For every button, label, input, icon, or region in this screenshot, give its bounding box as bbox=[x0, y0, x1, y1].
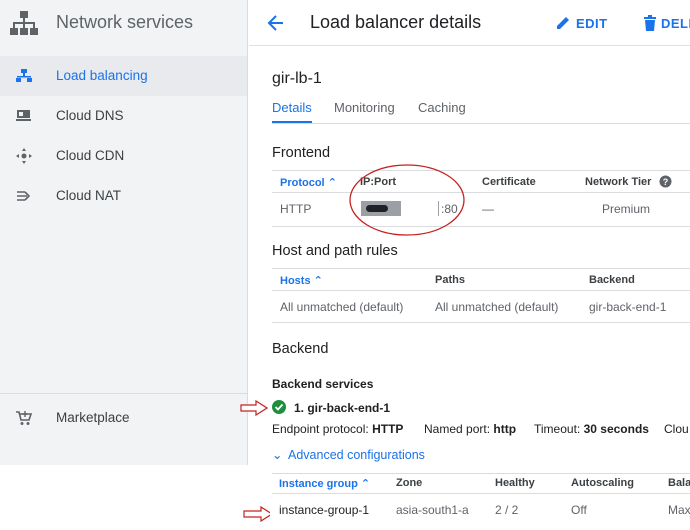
healthy-check-icon bbox=[272, 400, 286, 414]
pencil-icon bbox=[557, 17, 569, 29]
sidebar-item-marketplace[interactable]: Marketplace bbox=[0, 398, 247, 438]
trash-icon bbox=[644, 15, 656, 31]
named-port-value: http bbox=[493, 422, 517, 436]
zone-cell: asia-south1-a bbox=[396, 503, 469, 517]
back-arrow-icon[interactable] bbox=[265, 12, 287, 34]
table-bottom-border bbox=[272, 322, 690, 323]
frontend-certificate-cell: — bbox=[482, 202, 494, 216]
sort-up-icon: ⌃ bbox=[360, 478, 371, 490]
advanced-configurations-label: Advanced configurations bbox=[288, 448, 425, 462]
table-top-border bbox=[272, 170, 690, 171]
delete-button[interactable]: DELE bbox=[641, 13, 690, 33]
backend-services-heading: Backend services bbox=[272, 377, 374, 391]
cdn-icon bbox=[16, 148, 32, 164]
sort-up-icon: ⌃ bbox=[313, 275, 323, 287]
table-top-border bbox=[272, 268, 690, 269]
instance-groups-table: Instance group ⌃ Zone Healthy Autoscalin… bbox=[270, 469, 690, 530]
annotation-arrow-service bbox=[240, 400, 268, 416]
load-balancing-icon bbox=[16, 69, 32, 82]
named-port-label: Named port: bbox=[424, 422, 491, 436]
tab-details[interactable]: Details bbox=[272, 100, 312, 115]
endpoint-protocol-value: HTTP bbox=[372, 422, 404, 436]
balancing-mode-cell: Max bbox=[668, 503, 690, 517]
network-tier-column-header: Network Tier ? bbox=[585, 175, 672, 188]
tab-caching[interactable]: Caching bbox=[418, 100, 466, 115]
frontend-protocol-cell: HTTP bbox=[280, 202, 312, 216]
hosts-header-label: Hosts bbox=[280, 275, 311, 287]
chevron-down-icon: ⌄ bbox=[272, 448, 283, 462]
sidebar-item-cloud-cdn[interactable]: Cloud CDN bbox=[0, 136, 247, 176]
named-port: Named port: http bbox=[424, 422, 516, 436]
help-icon[interactable]: ? bbox=[659, 175, 672, 188]
backend-service-name[interactable]: 1. gir-back-end-1 bbox=[294, 401, 390, 415]
balancing-mode-column-header: Bala bbox=[668, 477, 690, 489]
load-balancer-name: gir-lb-1 bbox=[272, 70, 322, 87]
instance-group-header-label: Instance group bbox=[279, 478, 358, 490]
advanced-configurations-toggle[interactable]: ⌄ Advanced configurations bbox=[272, 447, 425, 462]
healthy-column-header: Healthy bbox=[495, 477, 535, 489]
sidebar-item-label: Cloud CDN bbox=[56, 148, 125, 163]
table-top-border bbox=[272, 473, 690, 474]
sidebar-item-label: Marketplace bbox=[56, 410, 130, 425]
backend-cell: gir-back-end-1 bbox=[589, 300, 667, 314]
protocol-header-label: Protocol bbox=[280, 177, 325, 189]
table-bottom-border bbox=[272, 226, 690, 227]
dns-icon bbox=[16, 110, 31, 121]
sidebar-item-cloud-nat[interactable]: Cloud NAT bbox=[0, 176, 247, 216]
nat-icon bbox=[17, 191, 31, 201]
sidebar-header: Network services bbox=[0, 0, 248, 46]
page-title: Load balancer details bbox=[310, 12, 482, 32]
zone-column-header: Zone bbox=[396, 477, 423, 489]
cloud-cdn-truncated: Clou bbox=[664, 422, 689, 436]
backend-column-header: Backend bbox=[589, 274, 635, 286]
delete-label: DELE bbox=[661, 16, 690, 31]
instance-group-column-header[interactable]: Instance group ⌃ bbox=[279, 477, 370, 490]
svg-text:?: ? bbox=[663, 177, 669, 187]
frontend-network-tier-cell: Premium bbox=[602, 202, 651, 216]
cart-icon bbox=[16, 411, 33, 425]
sidebar-item-label: Cloud DNS bbox=[56, 108, 124, 123]
edit-label: EDIT bbox=[576, 16, 608, 31]
sidebar-item-label: Load balancing bbox=[56, 68, 148, 83]
top-bar: Load balancer details EDIT DELE bbox=[249, 0, 690, 46]
annotation-ellipse bbox=[349, 164, 465, 236]
backend-heading: Backend bbox=[272, 341, 329, 357]
timeout: Timeout: 30 seconds bbox=[534, 422, 649, 436]
certificate-column-header: Certificate bbox=[482, 176, 536, 188]
screenshot-cutoff-area bbox=[0, 465, 270, 530]
sidebar-item-cloud-dns[interactable]: Cloud DNS bbox=[0, 96, 247, 136]
network-tier-header-label: Network Tier bbox=[585, 176, 652, 188]
protocol-column-header[interactable]: Protocol ⌃ bbox=[280, 176, 337, 189]
autoscaling-cell: Off bbox=[571, 503, 587, 517]
sort-up-icon: ⌃ bbox=[327, 177, 337, 189]
host-path-rules-heading: Host and path rules bbox=[272, 243, 398, 259]
endpoint-protocol-label: Endpoint protocol: bbox=[272, 422, 369, 436]
sidebar: Network services Load balancing Cloud DN… bbox=[0, 0, 248, 465]
sidebar-title: Network services bbox=[56, 12, 194, 32]
healthy-cell: 2 / 2 bbox=[495, 503, 519, 517]
sidebar-item-label: Cloud NAT bbox=[56, 188, 122, 203]
tabs-divider bbox=[272, 123, 690, 124]
timeout-label: Timeout: bbox=[534, 422, 581, 436]
table-header-border bbox=[272, 493, 690, 494]
frontend-heading: Frontend bbox=[272, 145, 331, 161]
network-services-icon bbox=[10, 11, 38, 35]
instance-group-cell[interactable]: instance-group-1 bbox=[279, 503, 369, 517]
hosts-column-header[interactable]: Hosts ⌃ bbox=[280, 274, 323, 287]
endpoint-protocol: Endpoint protocol: HTTP bbox=[272, 422, 403, 436]
sidebar-divider bbox=[0, 393, 247, 394]
annotation-arrow-instance-group bbox=[243, 506, 273, 522]
autoscaling-column-header: Autoscaling bbox=[571, 477, 634, 489]
tab-monitoring[interactable]: Monitoring bbox=[334, 100, 395, 115]
paths-cell: All unmatched (default) bbox=[435, 300, 559, 314]
paths-column-header: Paths bbox=[435, 274, 465, 286]
sidebar-item-load-balancing[interactable]: Load balancing bbox=[0, 56, 247, 96]
table-header-border bbox=[272, 290, 690, 291]
table-header-border bbox=[272, 192, 690, 193]
timeout-value: 30 seconds bbox=[583, 422, 649, 436]
hosts-cell: All unmatched (default) bbox=[280, 300, 404, 314]
